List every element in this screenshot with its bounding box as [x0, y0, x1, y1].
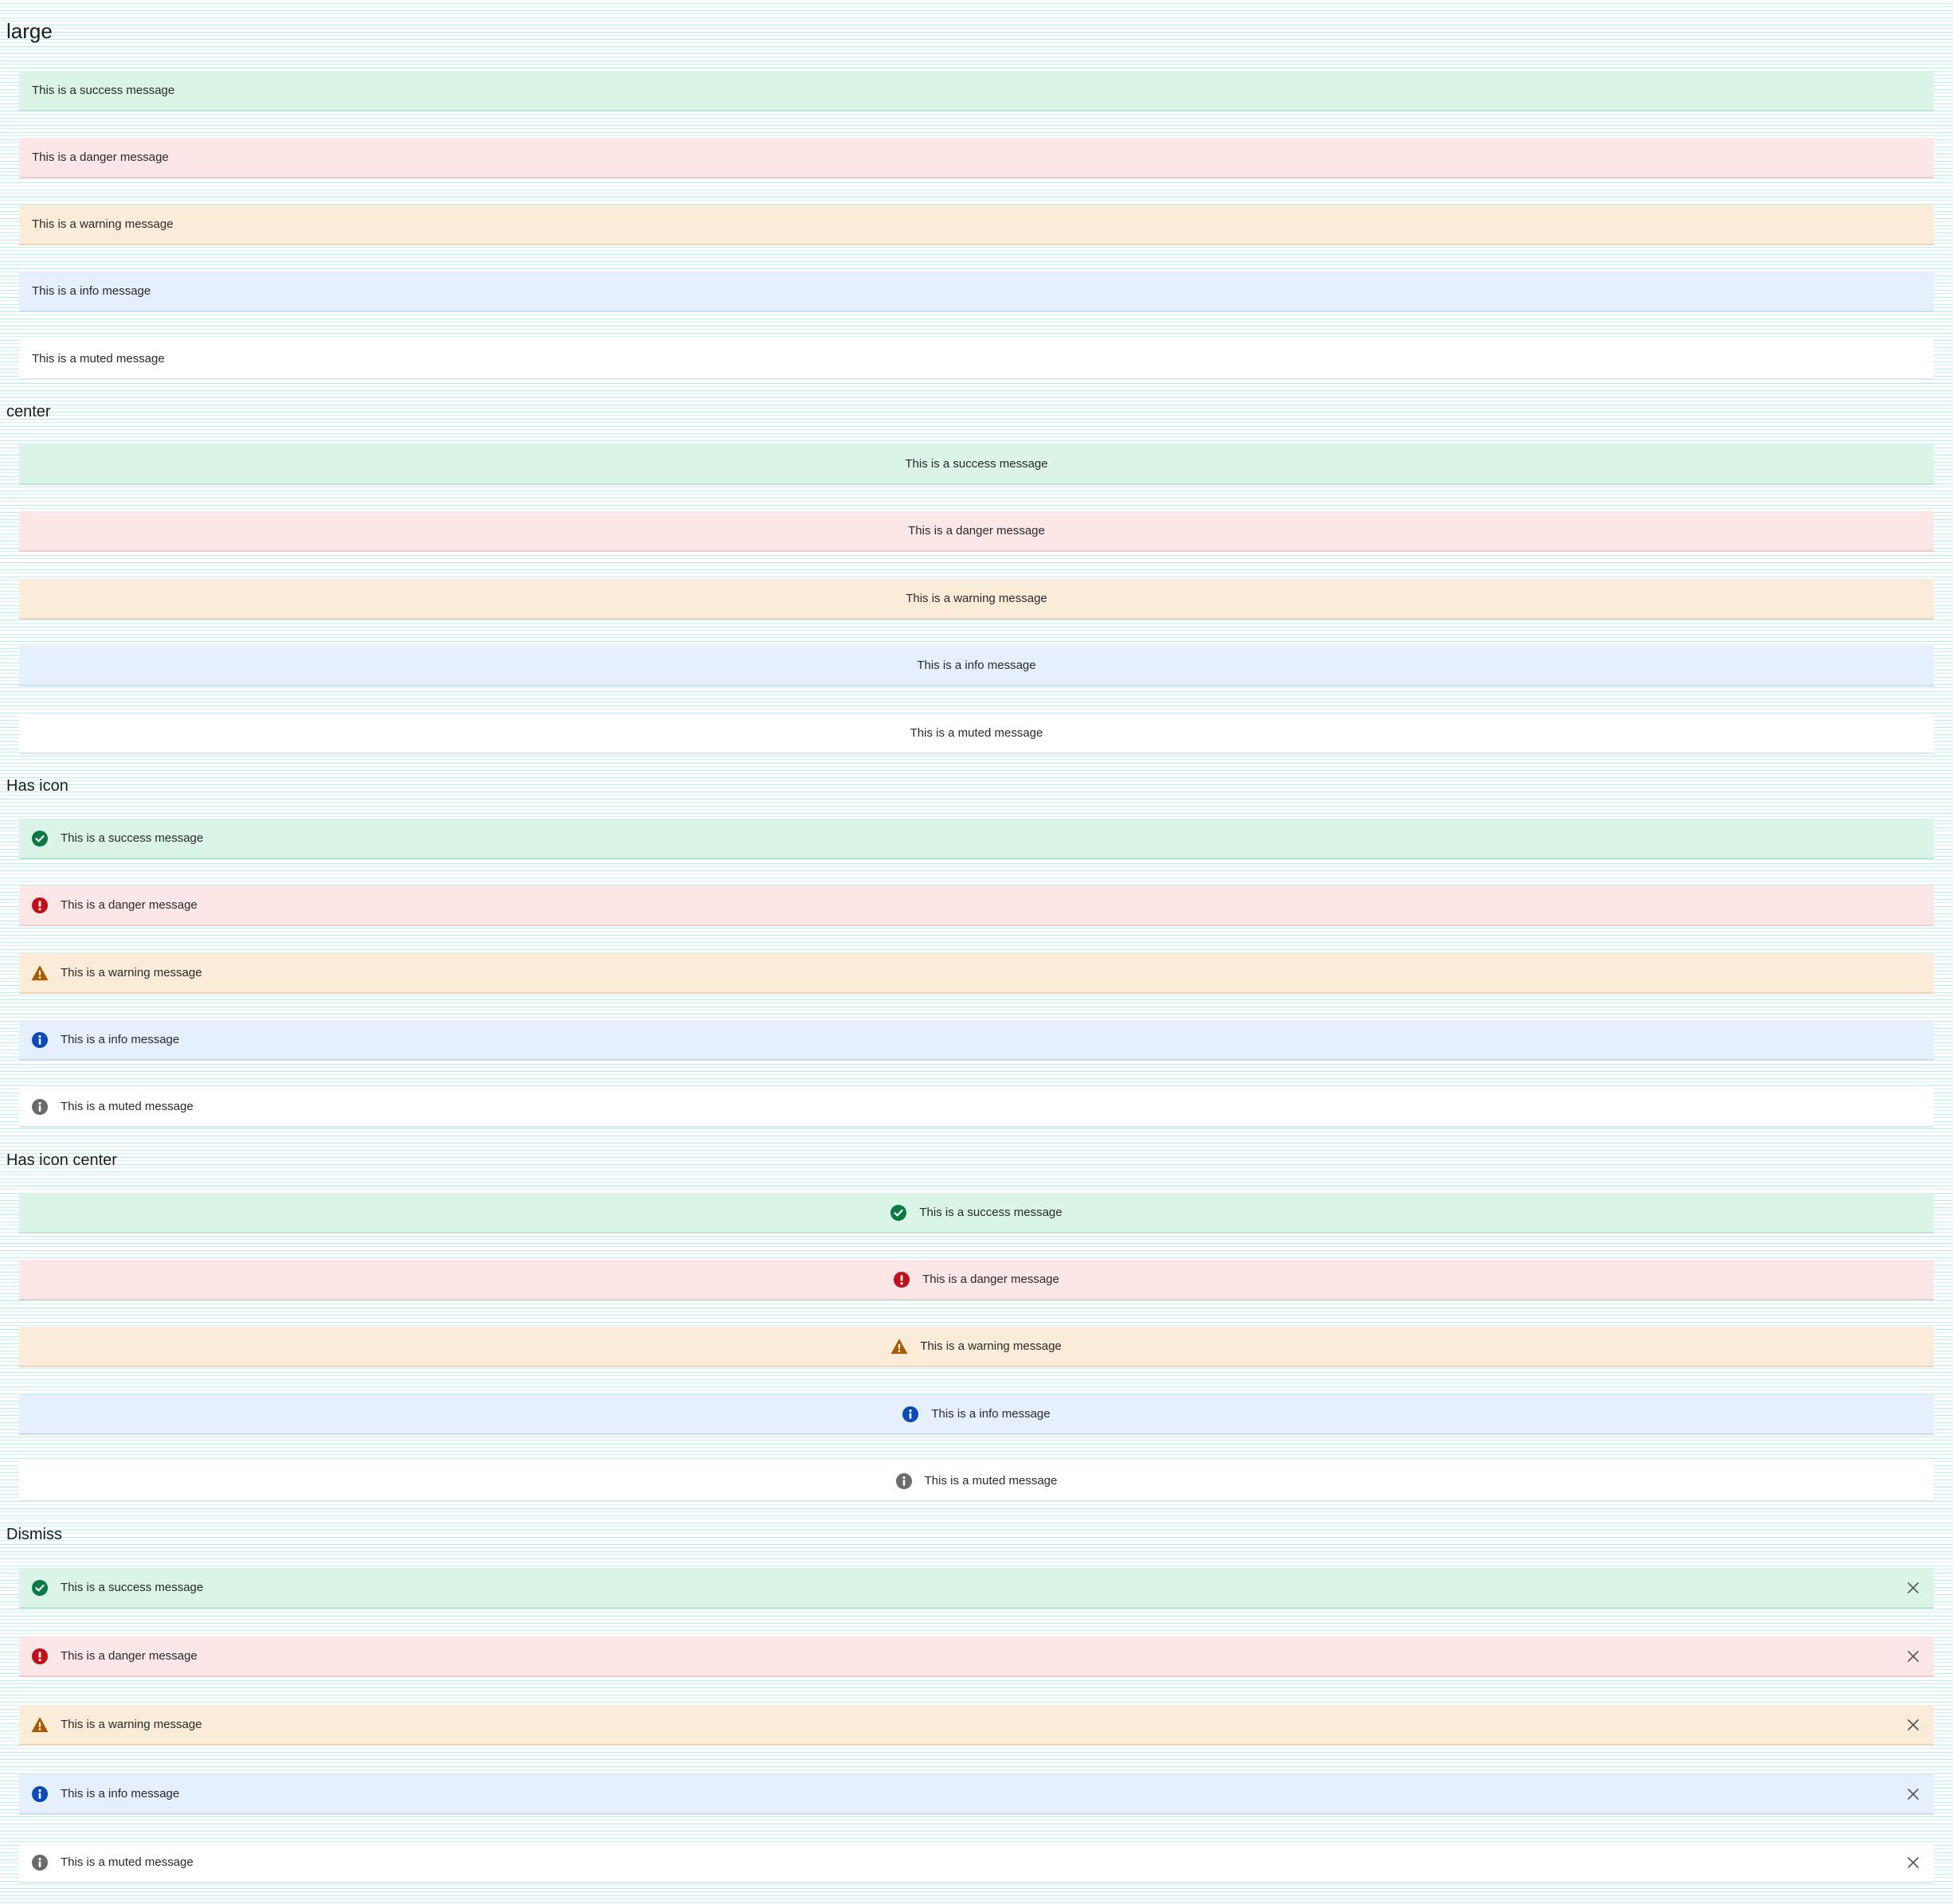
section-title-large: large — [6, 19, 53, 43]
info-circle-icon — [32, 1785, 48, 1802]
check-circle-icon — [32, 830, 48, 846]
alert-message: This is a muted message — [32, 352, 165, 366]
alert-message: This is a info message — [61, 1787, 180, 1800]
section-title-center: center — [6, 403, 51, 420]
info-circle-icon — [902, 1406, 919, 1422]
alert-muted: This is a muted message — [19, 339, 1934, 380]
alert-message: This is a info message — [32, 284, 151, 298]
alert-message: This is a danger message — [32, 151, 169, 164]
warning-triangle-icon — [32, 1717, 48, 1733]
check-circle-icon — [32, 1579, 48, 1596]
close-icon[interactable] — [1905, 1580, 1921, 1596]
exclamation-circle-icon — [32, 1648, 48, 1664]
alert-message: This is a warning message — [61, 966, 202, 979]
alert-message: This is a warning message — [906, 592, 1047, 605]
close-icon[interactable] — [1905, 1648, 1921, 1664]
alert-message: This is a muted message — [61, 1100, 194, 1113]
alert-muted: This is a muted message — [19, 714, 1934, 754]
alert-message: This is a info message — [917, 659, 1036, 672]
alert-danger: This is a danger message — [19, 886, 1934, 926]
alert-message: This is a danger message — [61, 898, 198, 912]
alert-success: This is a success message — [19, 71, 1934, 111]
alert-message: This is a success message — [61, 1581, 204, 1594]
alert-success: This is a success message — [19, 1568, 1934, 1609]
alert-warning: This is a warning message — [19, 1705, 1934, 1746]
alert-warning: This is a warning message — [19, 1327, 1934, 1367]
alert-message: This is a info message — [61, 1033, 180, 1046]
alerts-demo-page: large This is a success message This is … — [0, 0, 1953, 1904]
alert-danger: This is a danger message — [19, 1636, 1934, 1677]
alert-muted: This is a muted message — [19, 1843, 1934, 1883]
close-icon[interactable] — [1905, 1786, 1921, 1802]
alert-message: This is a danger message — [922, 1273, 1059, 1286]
alert-info: This is a info message — [19, 1020, 1934, 1061]
alert-warning: This is a warning message — [19, 579, 1934, 620]
alert-success: This is a success message — [19, 1193, 1934, 1233]
check-circle-icon — [890, 1204, 907, 1221]
alert-message: This is a muted message — [910, 726, 1043, 740]
alert-message: This is a success message — [919, 1206, 1063, 1219]
alert-message: This is a warning message — [61, 1718, 202, 1731]
warning-triangle-icon — [891, 1339, 908, 1355]
alert-muted: This is a muted message — [19, 1087, 1934, 1128]
alert-message: This is a warning message — [32, 217, 174, 231]
alert-danger: This is a danger message — [19, 1260, 1934, 1300]
alert-message: This is a success message — [61, 831, 204, 845]
warning-triangle-icon — [32, 965, 48, 981]
alert-message: This is a danger message — [908, 524, 1045, 538]
alert-info: This is a info message — [19, 1774, 1934, 1815]
alert-info: This is a info message — [19, 646, 1934, 686]
exclamation-circle-icon — [894, 1271, 910, 1288]
alert-message: This is a info message — [931, 1407, 1051, 1421]
alert-info: This is a info message — [19, 1394, 1934, 1435]
exclamation-circle-icon — [32, 897, 48, 913]
alert-warning: This is a warning message — [19, 953, 1934, 994]
alert-message: This is a muted message — [924, 1474, 1058, 1488]
alert-info: This is a info message — [19, 272, 1934, 312]
info-circle-icon — [895, 1472, 912, 1489]
section-title-dismiss: Dismiss — [6, 1526, 62, 1543]
info-circle-icon — [32, 1098, 48, 1115]
alert-message: This is a success message — [32, 84, 175, 97]
alert-warning: This is a warning message — [19, 205, 1934, 245]
alert-danger: This is a danger message — [19, 511, 1934, 552]
alert-success: This is a success message — [19, 444, 1934, 485]
close-icon[interactable] — [1905, 1855, 1921, 1871]
alert-message: This is a success message — [905, 457, 1048, 471]
close-icon[interactable] — [1905, 1717, 1921, 1733]
info-circle-icon — [32, 1854, 48, 1871]
alert-success: This is a success message — [19, 819, 1934, 859]
alert-message: This is a danger message — [61, 1649, 198, 1663]
alert-danger: This is a danger message — [19, 138, 1934, 178]
alert-message: This is a muted message — [61, 1855, 194, 1869]
section-title-has-icon: Has icon — [6, 777, 68, 795]
alert-message: This is a warning message — [920, 1339, 1062, 1353]
alert-muted: This is a muted message — [19, 1461, 1934, 1502]
info-circle-icon — [32, 1031, 48, 1048]
section-title-has-icon-center: Has icon center — [6, 1151, 117, 1169]
